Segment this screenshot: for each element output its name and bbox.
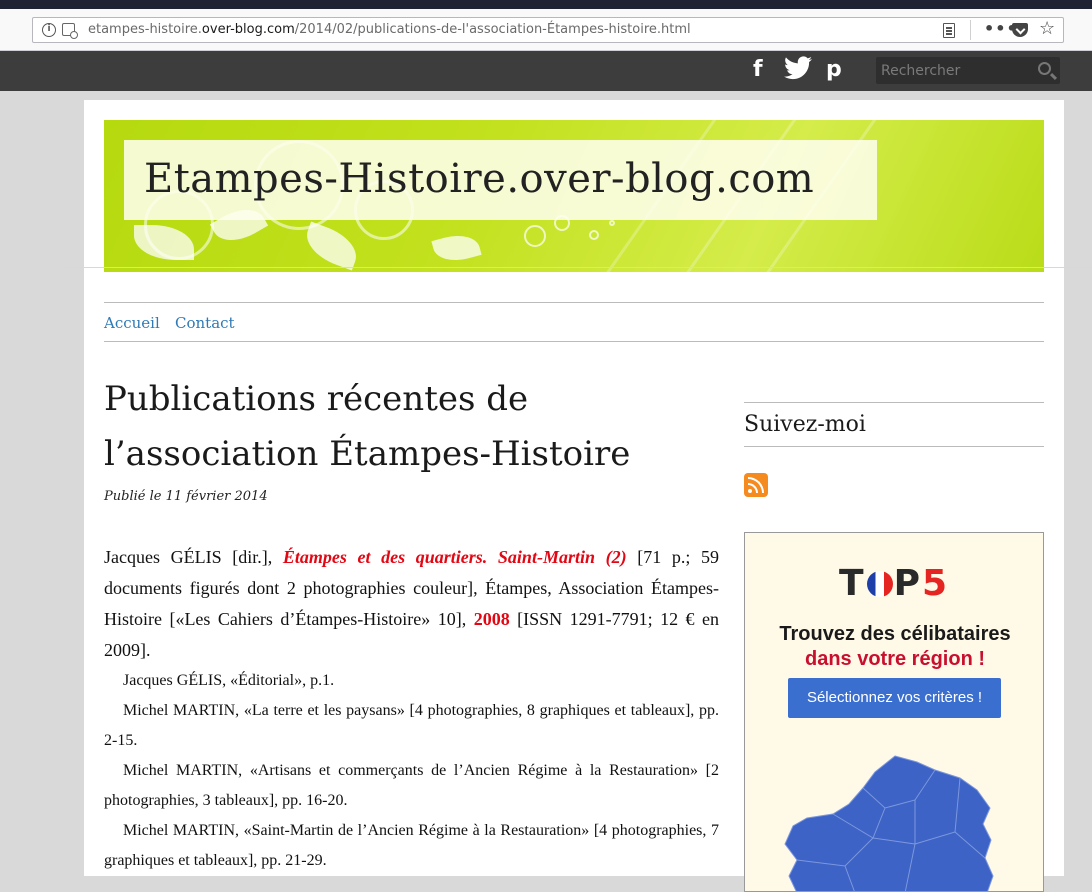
url-path: /2014/02/publications-de-l'association-É…	[294, 22, 691, 37]
facebook-icon[interactable]: f	[753, 57, 763, 82]
header-divider	[66, 267, 1092, 268]
pocket-icon[interactable]	[1012, 23, 1028, 37]
site-title[interactable]: Etampes-Histoire.over-blog.com	[144, 156, 814, 202]
ad-headline: Trouvez des célibataires	[779, 623, 1011, 645]
page-container: Etampes-Histoire.over-blog.com Accueil C…	[66, 100, 1092, 892]
ad-cta-button[interactable]: Sélectionnez vos critères !	[788, 678, 1001, 718]
search-icon[interactable]	[1038, 62, 1051, 75]
search-input[interactable]	[876, 57, 1026, 84]
post-body: Jacques GÉLIS [dir.], Étampes et des qua…	[104, 542, 719, 876]
twitter-icon[interactable]	[784, 56, 812, 86]
heart-flag-icon	[866, 571, 893, 597]
list-item: Michel MARTIN, «Saint-Martin de l’Ancien…	[104, 822, 719, 869]
site-topbar: f p	[0, 51, 1092, 91]
url-domain: over-blog.com	[201, 22, 295, 37]
pinterest-icon[interactable]: p	[826, 57, 842, 82]
publication-title-link[interactable]: Étampes et des quartiers. Saint-Martin (…	[283, 547, 627, 567]
list-item: Michel MARTIN, «Artisans et commerçants …	[104, 762, 719, 809]
post-date: Publié le 11 février 2014	[104, 489, 268, 504]
site-banner[interactable]: Etampes-Histoire.over-blog.com	[104, 120, 1044, 272]
rss-icon[interactable]	[744, 473, 768, 497]
url-prefix: etampes-histoire.	[88, 22, 202, 37]
info-icon[interactable]: i	[42, 23, 56, 37]
search-box	[876, 57, 1060, 84]
url-separator	[970, 20, 971, 40]
advertisement[interactable]: T P5 Trouvez des célibataires dans votre …	[744, 532, 1044, 892]
france-map-icon	[784, 755, 994, 891]
sidebar-follow-header: Suivez-moi	[744, 402, 1044, 447]
window-title-strip	[0, 0, 1092, 9]
site-title-box: Etampes-Histoire.over-blog.com	[124, 140, 877, 220]
main-text-1: Jacques GÉLIS [dir.],	[104, 547, 283, 567]
list-item: Michel MARTIN, «La terre et les paysans»…	[104, 702, 719, 749]
main-paragraph: Jacques GÉLIS [dir.], Étampes et des qua…	[104, 542, 719, 666]
bookmark-star-icon[interactable]: ☆	[1039, 18, 1055, 39]
address-bar[interactable]: i etampes-histoire.over-blog.com/2014/02…	[32, 17, 1064, 43]
nav-item-contact[interactable]: Contact	[175, 314, 235, 332]
url-text[interactable]: etampes-histoire.over-blog.com/2014/02/p…	[88, 22, 691, 37]
post-title: Publications récentes de l’association É…	[104, 379, 631, 474]
ad-logo: T P5	[839, 563, 950, 604]
tracking-protection-icon[interactable]	[62, 23, 78, 39]
list-item: Jacques GÉLIS, «Éditorial», p.1.	[123, 672, 335, 689]
publication-year: 2008	[473, 609, 510, 629]
nav-item-accueil[interactable]: Accueil	[104, 314, 160, 332]
sidebar-title: Suivez-moi	[744, 412, 866, 437]
ad-subheadline: dans votre région !	[804, 648, 986, 670]
main-nav: Accueil Contact	[104, 302, 1044, 342]
reader-view-icon[interactable]	[943, 23, 955, 38]
browser-toolbar: i etampes-histoire.over-blog.com/2014/02…	[0, 9, 1092, 51]
